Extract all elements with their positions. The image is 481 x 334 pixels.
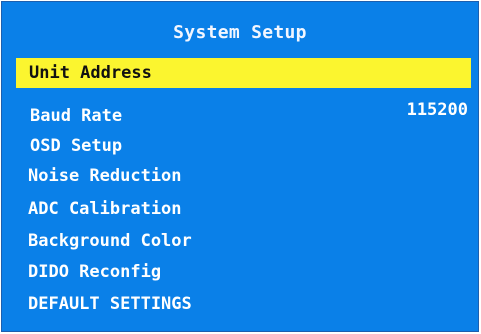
- menu-item-background-color[interactable]: Background Color: [2, 227, 478, 255]
- menu-item-label: DIDO Reconfig: [28, 262, 162, 282]
- system-setup-menu: System Setup Unit Address Baud Rate 1152…: [1, 1, 479, 332]
- baud-rate-value: 115200: [406, 100, 468, 120]
- menu-item-label: Background Color: [28, 231, 192, 251]
- menu-item-default-settings[interactable]: DEFAULT SETTINGS: [2, 290, 478, 318]
- menu-item-baud-rate[interactable]: Baud Rate 115200: [2, 100, 478, 130]
- menu-item-label: Baud Rate: [30, 106, 123, 126]
- menu-item-osd-setup[interactable]: OSD Setup: [2, 132, 478, 160]
- menu-item-unit-address[interactable]: Unit Address: [16, 58, 471, 88]
- menu-title: System Setup: [173, 22, 307, 43]
- menu-item-adc-calibration[interactable]: ADC Calibration: [2, 195, 478, 223]
- menu-item-label: ADC Calibration: [28, 199, 182, 219]
- menu-item-dido-reconfig[interactable]: DIDO Reconfig: [2, 258, 478, 286]
- menu-item-noise-reduction[interactable]: Noise Reduction: [2, 162, 478, 190]
- menu-item-label: DEFAULT SETTINGS: [28, 294, 192, 314]
- menu-item-label: Unit Address: [29, 63, 152, 83]
- menu-item-label: OSD Setup: [30, 136, 123, 156]
- menu-item-label: Noise Reduction: [28, 166, 182, 186]
